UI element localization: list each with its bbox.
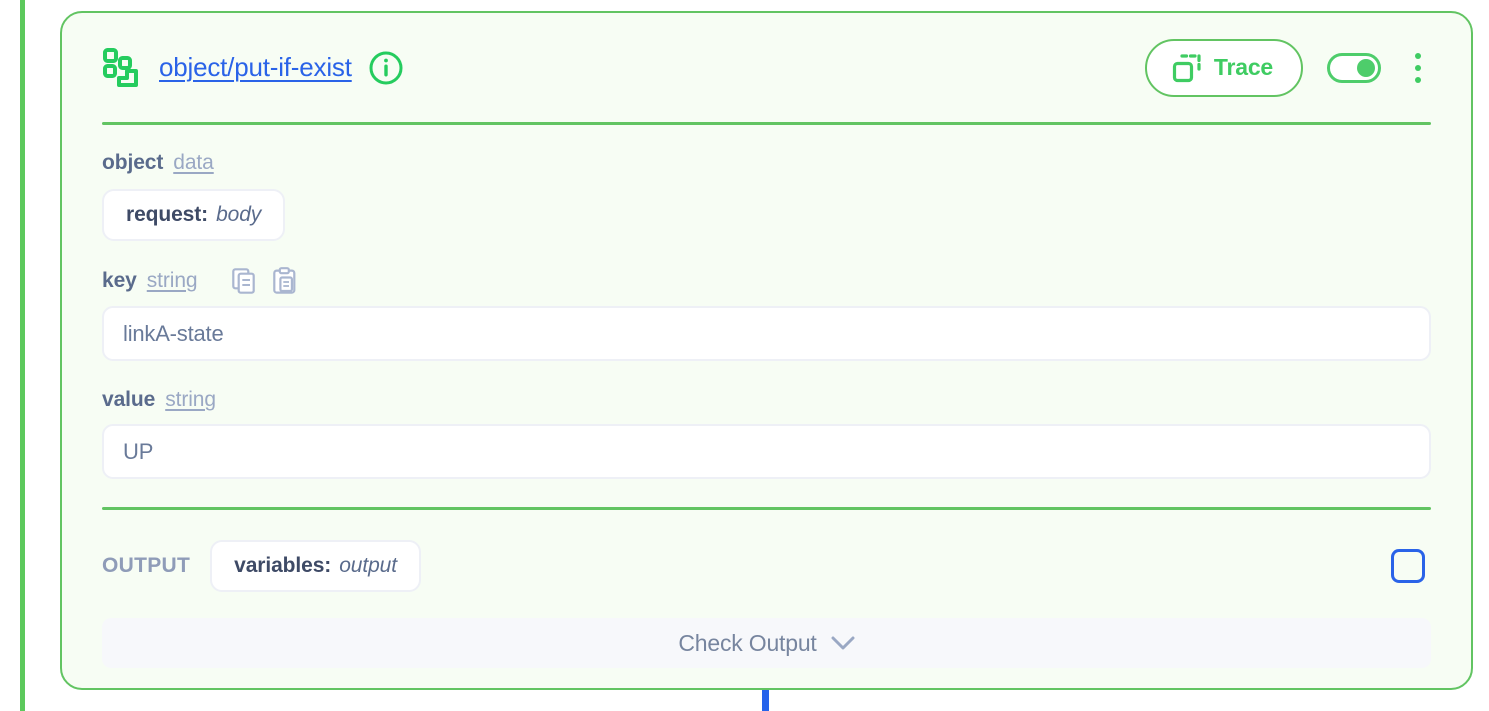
toggle-knob (1357, 58, 1375, 77)
output-variables-chip[interactable]: variables: output (210, 540, 421, 592)
object-source-chip[interactable]: request: body (102, 189, 286, 241)
node-header-actions: Trace (1144, 13, 1431, 122)
trace-button[interactable]: Trace (1144, 38, 1303, 97)
object-field-type[interactable]: data (173, 151, 214, 175)
node-title-link[interactable]: object/put-if-exist (159, 52, 352, 83)
value-input[interactable] (102, 424, 1431, 479)
value-field-type[interactable]: string (165, 388, 216, 412)
output-chip-value: output (339, 554, 397, 577)
check-output-button[interactable]: Check Output (102, 618, 1431, 668)
flow-rail-left (20, 0, 25, 711)
node-header: object/put-if-exist Trace (102, 13, 1431, 122)
kebab-dot (1415, 64, 1421, 71)
object-chip-value: body (216, 203, 262, 226)
schema-object-icon (103, 47, 138, 87)
info-icon[interactable] (368, 50, 404, 86)
object-field-name: object (102, 151, 164, 174)
kebab-dot (1415, 76, 1421, 83)
key-field-name: key (102, 268, 137, 292)
key-field-actions (231, 267, 296, 294)
key-input[interactable] (102, 306, 1431, 361)
value-field-label-row: value string (102, 388, 1431, 412)
object-field-label-row: object data (102, 151, 1431, 175)
node-card-object-put-if-exist: object/put-if-exist Trace object data re… (60, 11, 1473, 690)
value-field-name: value (102, 388, 156, 411)
kebab-menu-icon[interactable] (1405, 48, 1431, 88)
check-output-label: Check Output (678, 629, 817, 656)
output-label: OUTPUT (102, 554, 191, 577)
flow-connector-bottom (762, 690, 769, 711)
copy-icon[interactable] (231, 267, 256, 294)
key-field-label-row: key string (102, 267, 1431, 294)
key-field-type[interactable]: string (147, 269, 198, 293)
kebab-dot (1415, 52, 1421, 59)
output-checkbox[interactable] (1391, 549, 1425, 583)
chevron-down-icon (831, 636, 855, 649)
node-enable-toggle[interactable] (1327, 52, 1381, 83)
object-chip-key: request: (126, 203, 209, 226)
duplicate-icon (1172, 53, 1201, 82)
trace-button-label: Trace (1213, 54, 1273, 80)
paste-icon[interactable] (272, 267, 296, 294)
output-row: OUTPUT variables: output (102, 540, 1431, 592)
output-chip-key: variables: (234, 554, 332, 577)
